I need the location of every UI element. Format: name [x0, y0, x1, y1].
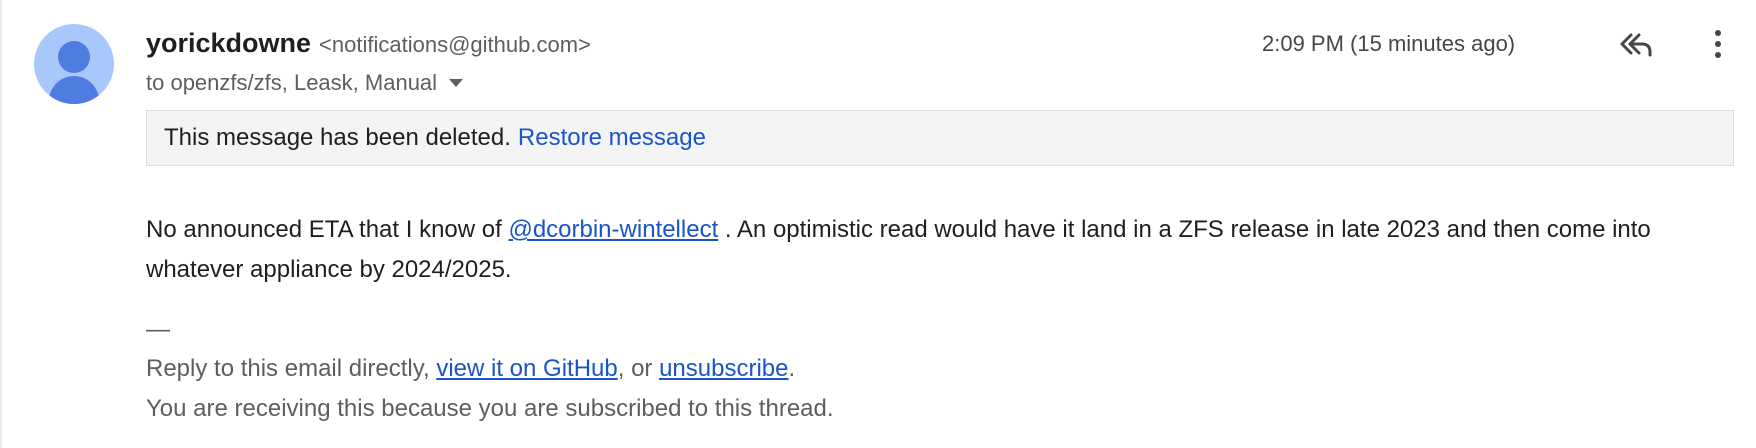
sender-email: <notifications@github.com> — [319, 32, 591, 57]
sender-line: yorickdowne <notifications@github.com> — [146, 28, 591, 62]
recipients-line[interactable]: to openzfs/zfs, Leask, Manual — [146, 70, 464, 96]
sender-name[interactable]: yorickdowne — [146, 28, 311, 59]
avatar-body-shape — [49, 76, 99, 104]
reply-all-icon[interactable] — [1618, 28, 1654, 60]
deleted-notice: This message has been deleted. — [164, 124, 511, 151]
footer-reply-prefix: Reply to this email directly, — [146, 355, 437, 382]
message-timestamp: 2:09 PM (15 minutes ago) — [1262, 31, 1516, 56]
chevron-down-icon[interactable] — [449, 79, 464, 87]
restore-message-link[interactable]: Restore message — [518, 124, 706, 152]
footer-reply-line: Reply to this email directly, view it on… — [146, 355, 795, 383]
view-on-github-link[interactable]: view it on GitHub — [436, 355, 617, 382]
message-body: No announced ETA that I know of @dcorbin… — [146, 210, 1746, 290]
recipients-text: to openzfs/zfs, Leask, Manual — [146, 70, 438, 95]
mention-link[interactable]: @dcorbin-wintellect — [508, 216, 718, 243]
left-divider — [0, 0, 2, 448]
footer-or-text: , or — [617, 355, 660, 382]
signature-divider: — — [146, 316, 170, 343]
body-text-start: No announced ETA that I know of — [146, 216, 509, 243]
sender-avatar[interactable] — [34, 24, 114, 104]
more-vertical-icon[interactable] — [1702, 28, 1734, 60]
deleted-message-banner: This message has been deleted. Restore m… — [146, 110, 1734, 166]
footer-period: . — [788, 355, 796, 382]
footer-subscription-note: You are receiving this because you are s… — [146, 395, 834, 422]
unsubscribe-link[interactable]: unsubscribe — [659, 355, 788, 382]
avatar-head-shape — [58, 41, 90, 73]
